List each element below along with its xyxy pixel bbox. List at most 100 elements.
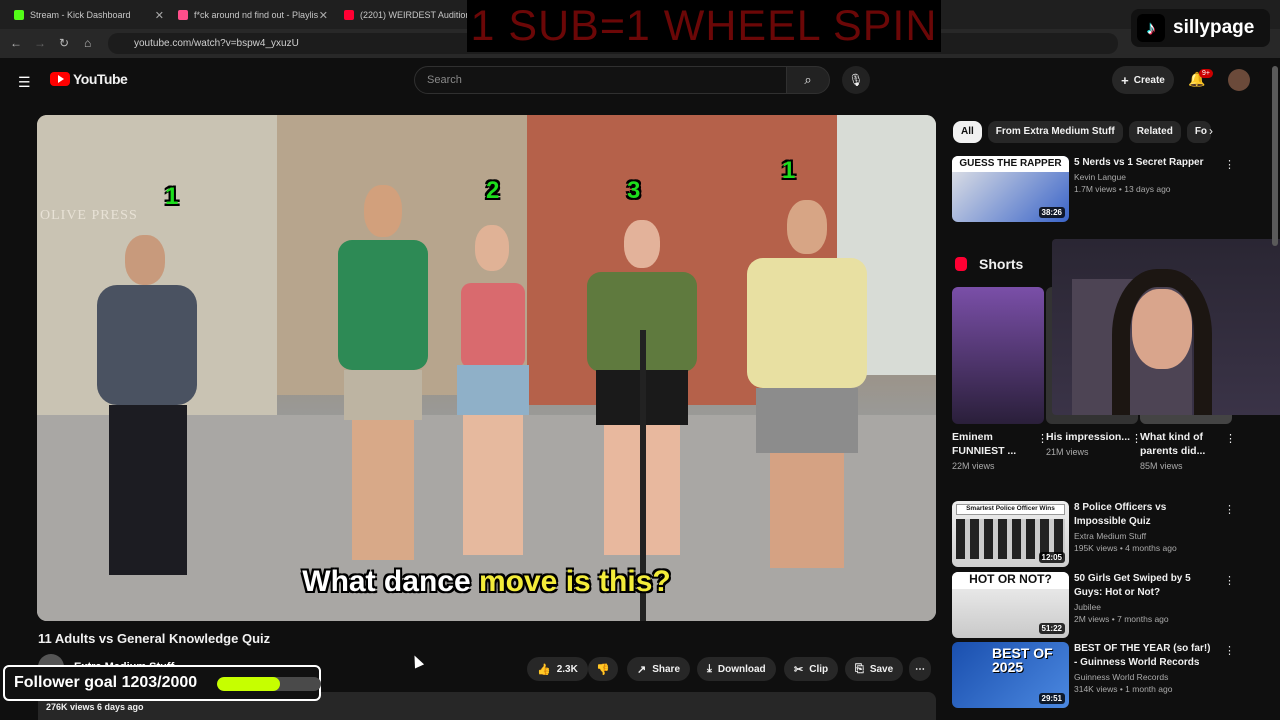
video-duration: 12:05 xyxy=(1038,552,1065,563)
chip-from-channel[interactable]: From Extra Medium Stuff xyxy=(987,121,1123,143)
voice-search-button[interactable]: 🎙 xyxy=(842,66,870,94)
thumbs-up-icon: 👍 xyxy=(537,663,551,676)
dislike-button[interactable]: 👎 xyxy=(588,657,618,681)
forward-icon[interactable]: → xyxy=(34,36,46,50)
like-button[interactable]: 👍 2.3K xyxy=(527,657,588,681)
create-button[interactable]: + Create xyxy=(1112,66,1174,94)
avatar[interactable] xyxy=(1228,69,1250,91)
contestant-number: 2 xyxy=(486,177,500,204)
more-icon[interactable]: ⋮ xyxy=(1224,644,1235,657)
browser-tab[interactable]: f*ck around nd find out - Playlis ✕ xyxy=(170,3,334,27)
scrollbar[interactable] xyxy=(1272,66,1278,246)
short-item[interactable]: Eminem FUNNIEST ... 22M views ⋮ xyxy=(952,287,1048,471)
close-icon[interactable]: ✕ xyxy=(155,9,164,22)
search-button[interactable]: ⌕ xyxy=(786,66,830,94)
view-count-date: 276K views 6 days ago xyxy=(46,702,144,712)
close-icon[interactable]: ✕ xyxy=(319,9,328,22)
thumbnail-text: HOT OR NOT? xyxy=(952,572,1069,589)
youtube-logo[interactable]: YouTube xyxy=(50,71,128,87)
tab-label: f*ck around nd find out - Playlis xyxy=(194,10,319,20)
contestant-number: 3 xyxy=(627,177,641,204)
share-icon: ↗ xyxy=(637,663,647,676)
storefront-sign: OLIVE PRESS xyxy=(40,208,138,223)
channel-name[interactable]: Jubilee xyxy=(1074,602,1212,612)
search-placeholder: Search xyxy=(427,74,462,86)
caption-text: What dance xyxy=(302,565,479,598)
channel-name[interactable]: Extra Medium Stuff xyxy=(1074,531,1212,541)
menu-icon[interactable]: ☰ xyxy=(18,74,31,91)
video-meta: 195K views • 4 months ago xyxy=(1074,543,1177,553)
recommended-video[interactable]: HOT OR NOT? 51:22 50 Girls Get Swiped by… xyxy=(952,572,1235,638)
person xyxy=(332,185,432,585)
short-title[interactable]: His impression... xyxy=(1046,430,1138,444)
more-icon[interactable]: ⋮ xyxy=(1224,574,1235,587)
home-icon[interactable]: ⌂ xyxy=(84,36,91,50)
banner-text: 1 SUB=1 WHEEL SPIN xyxy=(470,1,938,50)
short-title[interactable]: What kind of parents did... xyxy=(1140,430,1232,458)
clip-label: Clip xyxy=(809,663,829,675)
contestant-number: 1 xyxy=(782,157,796,184)
more-icon[interactable]: ⋮ xyxy=(1224,158,1235,171)
plus-icon: + xyxy=(1121,72,1129,88)
playlist-icon xyxy=(178,10,188,20)
video-title[interactable]: 5 Nerds vs 1 Secret Rapper xyxy=(1074,156,1212,170)
video-duration: 51:22 xyxy=(1038,623,1065,634)
channel-name[interactable]: Kevin Langue xyxy=(1074,172,1212,182)
more-icon[interactable]: ⋮ xyxy=(1225,432,1236,445)
short-views: 21M views xyxy=(1046,447,1089,457)
logo-text: YouTube xyxy=(73,71,128,87)
mouse-cursor xyxy=(409,653,425,669)
like-count: 2.3K xyxy=(556,663,578,675)
video-title[interactable]: 50 Girls Get Swiped by 5 Guys: Hot or No… xyxy=(1074,572,1212,600)
browser-tab[interactable]: Stream - Kick Dashboard ✕ xyxy=(6,3,170,27)
short-title[interactable]: Eminem FUNNIEST ... xyxy=(952,430,1044,458)
more-actions-button[interactable]: ⋯ xyxy=(909,657,931,681)
tiktok-icon: ♪ xyxy=(1137,14,1165,42)
streamer-hair xyxy=(1112,269,1212,415)
chevron-right-icon[interactable]: › xyxy=(1209,124,1213,138)
recommended-video[interactable]: Smartest Police Officer Wins 12:05 8 Pol… xyxy=(952,501,1235,567)
follower-goal-label: Follower goal 1203/2000 xyxy=(14,674,198,691)
video-player[interactable]: OLIVE PRESS 1 2 3 1 What dance move is t… xyxy=(37,115,936,621)
short-views: 85M views xyxy=(1140,461,1183,471)
video-duration: 38:26 xyxy=(1038,207,1065,218)
back-icon[interactable]: ← xyxy=(10,36,22,50)
download-label: Download xyxy=(717,663,766,675)
tab-label: (2201) WEIRDEST Auditions T xyxy=(360,10,468,20)
follower-progress-fill xyxy=(217,677,280,691)
video-duration: 29:51 xyxy=(1038,693,1065,704)
video-thumbnail[interactable]: HOT OR NOT? 51:22 xyxy=(952,572,1069,638)
short-thumbnail[interactable] xyxy=(952,287,1044,424)
download-button[interactable]: ⤓ Download xyxy=(697,657,776,681)
download-icon: ⤓ xyxy=(707,662,712,675)
shorts-heading: Shorts xyxy=(955,256,1023,272)
chip-more[interactable]: Fo xyxy=(1186,121,1211,143)
video-thumbnail[interactable]: GUESS THE RAPPER 38:26 xyxy=(952,156,1069,222)
chip-related[interactable]: Related xyxy=(1128,121,1181,143)
recommended-video[interactable]: GUESS THE RAPPER 38:26 5 Nerds vs 1 Secr… xyxy=(952,156,1235,222)
search-input[interactable]: Search xyxy=(414,66,787,94)
browser-tab-active[interactable]: (2201) WEIRDEST Auditions T xyxy=(336,3,468,27)
filter-chips: All From Extra Medium Stuff Related Fo xyxy=(953,121,1211,143)
video-meta: 2M views • 7 months ago xyxy=(1074,614,1169,624)
youtube-header: ☰ YouTube Search ⌕ 🎙 + Create 🔔 9+ xyxy=(0,58,1280,102)
share-button[interactable]: ↗ Share xyxy=(627,657,691,681)
follower-progress-bar xyxy=(217,677,321,691)
youtube-play-icon xyxy=(50,72,70,86)
chip-all[interactable]: All xyxy=(953,121,982,143)
save-button[interactable]: ⎘ Save xyxy=(845,657,904,681)
reload-icon[interactable]: ↻ xyxy=(59,36,69,50)
channel-name[interactable]: Guinness World Records xyxy=(1074,672,1212,682)
thumbnail-text: Smartest Police Officer Wins xyxy=(956,504,1065,515)
video-title[interactable]: BEST OF THE YEAR (so far!) - Guinness Wo… xyxy=(1074,642,1212,670)
more-icon[interactable]: ⋮ xyxy=(1224,503,1235,516)
person xyxy=(447,225,537,585)
create-label: Create xyxy=(1133,74,1165,86)
recommended-video[interactable]: BEST OF 2025 29:51 BEST OF THE YEAR (so … xyxy=(952,642,1235,708)
thumbs-down-icon: 👎 xyxy=(596,663,610,676)
video-title[interactable]: 8 Police Officers vs Impossible Quiz xyxy=(1074,501,1212,529)
video-thumbnail[interactable]: Smartest Police Officer Wins 12:05 xyxy=(952,501,1069,567)
video-thumbnail[interactable]: BEST OF 2025 29:51 xyxy=(952,642,1069,708)
more-icon: ⋯ xyxy=(915,663,925,675)
clip-button[interactable]: ✂ Clip xyxy=(784,657,839,681)
